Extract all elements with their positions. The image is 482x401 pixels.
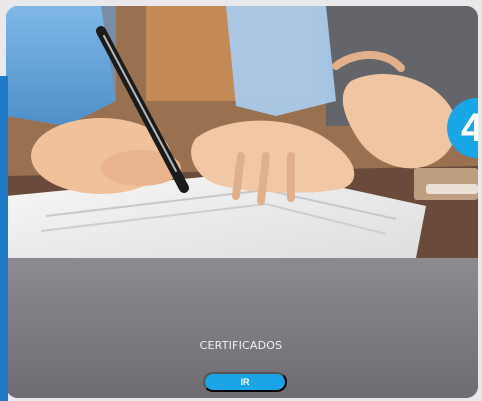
ir-button[interactable]: IR [203, 372, 287, 392]
left-accent-bar [0, 76, 8, 401]
card-title: CERTIFICADOS [199, 339, 283, 352]
photo-illustration [6, 6, 478, 258]
step-number-text: 4 [461, 106, 478, 150]
document-signing-photo: 4 [6, 6, 478, 258]
